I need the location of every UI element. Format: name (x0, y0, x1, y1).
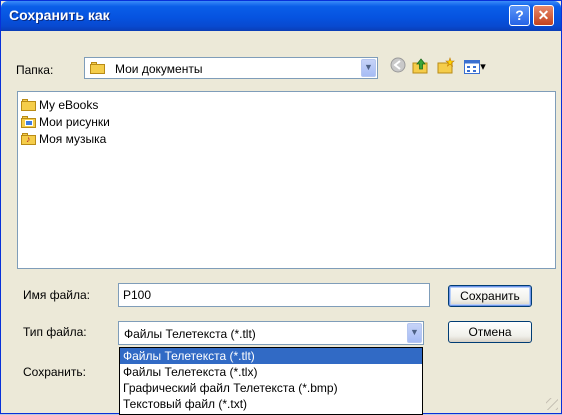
dropdown-option[interactable]: Текстовый файл (*.txt) (120, 396, 422, 412)
pictures-folder-icon (21, 116, 37, 128)
up-folder-icon[interactable] (412, 57, 430, 75)
views-menu-icon[interactable]: ▾ (462, 57, 488, 75)
documents-folder-icon (90, 61, 106, 75)
resize-grip[interactable] (546, 398, 558, 410)
music-folder-icon: ♪ (21, 133, 37, 145)
dropdown-option[interactable]: Файлы Телетекста (*.tlt) (120, 348, 422, 364)
filename-label: Имя файла: (23, 288, 90, 302)
list-item[interactable]: My eBooks (21, 97, 98, 113)
list-item[interactable]: Мои рисунки (21, 114, 110, 130)
close-button[interactable]: ✕ (533, 5, 554, 26)
lookin-label: Папка: (16, 63, 54, 77)
save-button[interactable]: Сохранить (448, 285, 532, 307)
save-option-label: Сохранить: (23, 365, 86, 379)
chevron-down-icon[interactable]: ▼ (361, 59, 376, 77)
file-list[interactable]: My eBooks Мои рисунки ♪ Моя музыка (17, 91, 556, 269)
back-icon[interactable] (389, 57, 407, 75)
folder-icon (21, 99, 37, 111)
lookin-combo[interactable]: Мои документы ▼ (84, 57, 378, 79)
filetype-value: Файлы Телетекста (*.tlt) (124, 327, 256, 341)
filetype-select[interactable]: Файлы Телетекста (*.tlt) ▼ (118, 321, 424, 345)
dropdown-option[interactable]: Графический файл Телетекста (*.bmp) (120, 380, 422, 396)
filename-input[interactable]: P100 (118, 283, 430, 307)
save-as-dialog: Сохранить как ? ✕ Папка: Мои документы ▼… (0, 0, 562, 415)
new-folder-icon[interactable] (437, 57, 455, 75)
dropdown-option[interactable]: Файлы Телетекста (*.tlx) (120, 364, 422, 380)
filetype-dropdown-list[interactable]: Файлы Телетекста (*.tlt) Файлы Телетекст… (119, 347, 423, 415)
list-item[interactable]: ♪ Моя музыка (21, 131, 106, 147)
views-dropdown-icon: ▾ (480, 61, 486, 73)
lookin-value: Мои документы (115, 62, 203, 76)
dialog-title: Сохранить как (9, 7, 110, 23)
filetype-label: Тип файла: (23, 325, 87, 339)
cancel-button[interactable]: Отмена (448, 321, 532, 343)
chevron-down-icon[interactable]: ▼ (407, 323, 422, 343)
help-button[interactable]: ? (509, 5, 530, 26)
title-bar[interactable]: Сохранить как ? ✕ (1, 1, 561, 31)
